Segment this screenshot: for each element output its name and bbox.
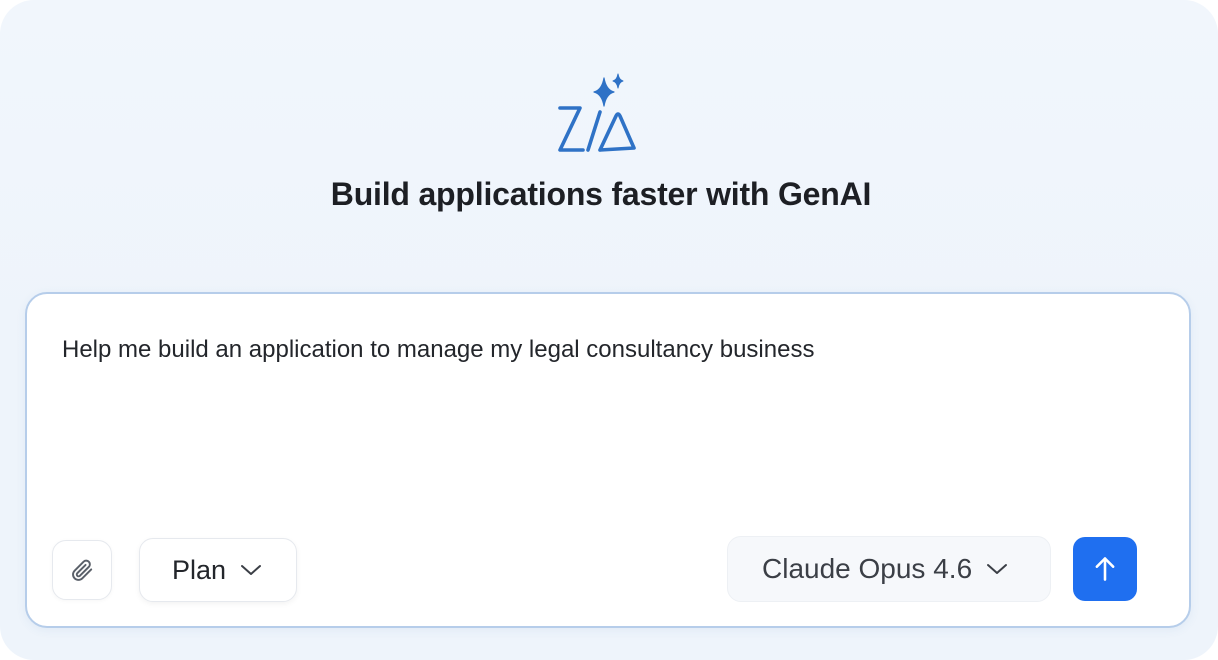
arrow-up-icon	[1095, 557, 1115, 581]
prompt-composer: Help me build an application to manage m…	[25, 292, 1191, 628]
mode-select-label: Plan	[172, 554, 227, 585]
model-select-button[interactable]: Claude Opus 4.6	[727, 536, 1051, 602]
prompt-input[interactable]: Help me build an application to manage m…	[62, 334, 1152, 484]
mode-select-button[interactable]: Plan	[139, 538, 297, 602]
zia-sparkle-logo-icon	[552, 72, 644, 158]
chevron-down-icon	[986, 562, 1008, 576]
app-background: Build applications faster with GenAI Hel…	[0, 0, 1218, 660]
model-select-label: Claude Opus 4.6	[762, 553, 973, 584]
chevron-down-icon	[240, 563, 262, 577]
page-title: Build applications faster with GenAI	[330, 176, 872, 212]
paperclip-icon	[72, 559, 93, 581]
send-button[interactable]	[1073, 537, 1137, 601]
attach-file-button[interactable]	[52, 540, 112, 600]
